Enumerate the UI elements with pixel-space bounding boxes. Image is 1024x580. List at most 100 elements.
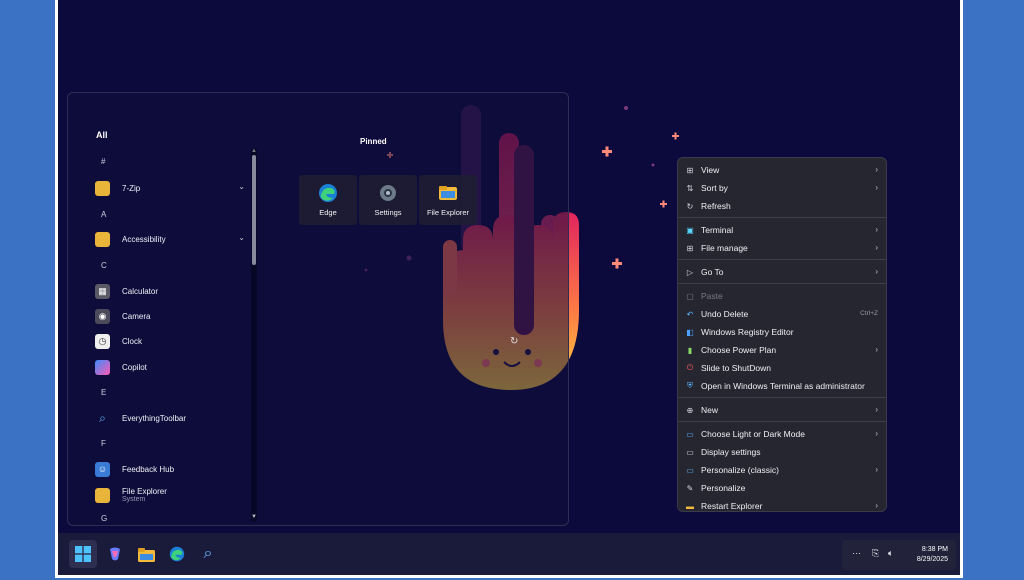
menu-item-go-to[interactable]: ▷ Go To ›	[678, 263, 886, 281]
menu-item-restart-explorer[interactable]: ▬ Restart Explorer ›	[678, 497, 886, 515]
folder-icon	[438, 183, 458, 203]
menu-item-label: View	[701, 165, 720, 175]
battery-icon: ▮	[687, 345, 693, 355]
chevron-right-icon: ›	[875, 501, 878, 510]
edge-icon	[318, 183, 338, 203]
menu-item-label: Open in Windows Terminal as administrato…	[701, 381, 865, 391]
pinned-label: Edge	[319, 208, 337, 217]
terminal-icon: ▣	[686, 225, 694, 235]
menu-item-view[interactable]: ⊞ View ›	[678, 161, 886, 179]
menu-item-sort-by[interactable]: ⇅ Sort by ›	[678, 179, 886, 197]
menu-item-power-plan[interactable]: ▮ Choose Power Plan ›	[678, 341, 886, 359]
menu-item-personalize[interactable]: ✎ Personalize	[678, 479, 886, 497]
menu-item-light-dark-mode[interactable]: ▭ Choose Light or Dark Mode ›	[678, 425, 886, 443]
start-button[interactable]	[69, 540, 97, 568]
app-7zip[interactable]: 7-Zip ⌄	[95, 178, 255, 198]
pinned-settings[interactable]: Settings	[359, 175, 417, 225]
app-label: 7-Zip	[122, 183, 141, 193]
letter-header[interactable]: E	[101, 388, 106, 397]
menu-item-label: Choose Light or Dark Mode	[701, 429, 805, 439]
app-label: Feedback Hub	[122, 464, 175, 474]
grid-icon: ⊞	[686, 243, 694, 253]
network-icon[interactable]: ⎘	[872, 548, 879, 559]
screen-frame: All # 7-Zip ⌄ A Accessibility ⌄ C ▦ Calc…	[55, 0, 963, 578]
app-feedback-hub[interactable]: ☺ Feedback Hub	[95, 459, 255, 479]
menu-item-label: New	[701, 405, 719, 415]
desktop-context-menu: ⊞ View › ⇅ Sort by › ↻ Refresh ▣ Terminal › ⊞ Fi…	[677, 157, 887, 512]
app-calculator[interactable]: ▦ Calculator	[95, 281, 255, 301]
start-menu: All # 7-Zip ⌄ A Accessibility ⌄ C ▦ Calc…	[67, 92, 569, 526]
scroll-down-icon[interactable]: ▼	[251, 514, 257, 520]
menu-item-display-settings[interactable]: ▭ Display settings	[678, 443, 886, 461]
folder-icon	[95, 180, 110, 196]
menu-item-undo-delete[interactable]: ↶ Undo Delete Ctrl+Z	[678, 305, 886, 323]
menu-item-terminal[interactable]: ▣ Terminal ›	[678, 221, 886, 239]
chevron-right-icon: ›	[875, 405, 878, 414]
letter-header[interactable]: F	[101, 439, 106, 448]
menu-item-paste[interactable]: ▢ Paste	[678, 287, 886, 305]
chevron-down-icon[interactable]: ⌄	[238, 233, 245, 242]
sort-icon: ⇅	[686, 183, 694, 193]
menu-item-new[interactable]: ⊕ New ›	[678, 401, 886, 419]
chevron-right-icon: ›	[875, 465, 878, 474]
desktop[interactable]: All # 7-Zip ⌄ A Accessibility ⌄ C ▦ Calc…	[58, 0, 960, 533]
menu-item-file-manage[interactable]: ⊞ File manage ›	[678, 239, 886, 257]
letter-header[interactable]: C	[101, 261, 107, 270]
taskbar-edge[interactable]	[163, 540, 191, 568]
volume-icon[interactable]: 🔈︎	[888, 548, 893, 559]
camera-icon: ◉	[95, 308, 110, 324]
clock[interactable]: 8:38 PM 8/29/2025	[917, 545, 948, 565]
letter-header[interactable]: G	[101, 514, 107, 523]
menu-item-label: Terminal	[701, 225, 734, 235]
grid-icon: ⊞	[686, 165, 694, 175]
menu-item-personalize-classic[interactable]: ▭ Personalize (classic) ›	[678, 461, 886, 479]
menu-separator	[678, 283, 886, 284]
app-label: Calculator	[122, 286, 159, 296]
menu-item-label: Sort by	[701, 183, 728, 193]
taskbar-everythingtoolbar[interactable]: ⌕	[194, 540, 222, 568]
chevron-down-icon[interactable]: ⌄	[238, 182, 245, 191]
copilot-icon	[110, 547, 120, 561]
menu-item-label: Choose Power Plan	[701, 345, 777, 355]
scrollbar-thumb[interactable]	[252, 155, 256, 265]
taskbar-copilot[interactable]	[101, 540, 129, 568]
folder-icon: ▬	[686, 501, 694, 511]
letter-header[interactable]: A	[101, 210, 106, 219]
registry-icon: ◧	[686, 327, 694, 337]
app-accessibility[interactable]: Accessibility ⌄	[95, 229, 255, 249]
chevron-right-icon: ›	[875, 243, 878, 252]
app-camera[interactable]: ◉ Camera	[95, 306, 255, 326]
menu-item-registry-editor[interactable]: ◧ Windows Registry Editor	[678, 323, 886, 341]
app-label: Copilot	[122, 362, 147, 372]
menu-separator	[678, 259, 886, 260]
app-label-text: File Explorer	[122, 487, 167, 496]
clock-time: 8:38 PM	[921, 546, 948, 553]
app-everythingtoolbar[interactable]: ⌕ EverythingToolbar	[95, 408, 255, 428]
app-list: # 7-Zip ⌄ A Accessibility ⌄ C ▦ Calculat…	[68, 93, 248, 527]
taskbar-file-explorer[interactable]	[132, 540, 160, 568]
plus-circle-icon: ⊕	[686, 405, 694, 415]
app-copilot[interactable]: Copilot	[95, 357, 255, 377]
display-icon: ▭	[686, 429, 694, 439]
menu-item-open-terminal-admin[interactable]: ⛨ Open in Windows Terminal as administrat…	[678, 377, 886, 395]
tray-overflow-button[interactable]: ···	[852, 548, 861, 558]
gear-icon	[378, 183, 398, 203]
calculator-icon: ▦	[95, 283, 110, 299]
power-icon: ⏻	[686, 363, 694, 372]
app-label: Camera	[122, 311, 151, 321]
search-icon: ⌕	[99, 410, 106, 425]
app-clock[interactable]: ◷ Clock	[95, 331, 255, 351]
menu-item-slide-to-shutdown[interactable]: ⏻ Slide to ShutDown	[678, 359, 886, 377]
search-icon: ⌕	[203, 545, 213, 562]
folder-icon	[95, 487, 110, 503]
app-label: EverythingToolbar	[122, 413, 187, 423]
pinned-edge[interactable]: Edge	[299, 175, 357, 225]
clock-icon: ◷	[95, 333, 110, 349]
menu-item-refresh[interactable]: ↻ Refresh	[678, 197, 886, 215]
app-file-explorer[interactable]: File Explorer System	[95, 485, 255, 505]
menu-item-label: Refresh	[701, 201, 731, 211]
feedback-icon: ☺	[95, 461, 110, 477]
letter-header[interactable]: #	[101, 157, 105, 166]
pinned-file-explorer[interactable]: File Explorer	[419, 175, 477, 225]
shield-icon: ⛨	[687, 381, 693, 390]
